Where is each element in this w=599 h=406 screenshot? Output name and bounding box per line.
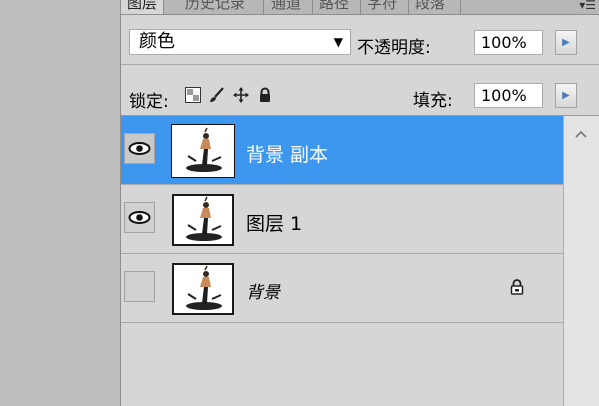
fill-slider-button[interactable]: ▶ xyxy=(555,83,577,108)
fill-input[interactable]: 100% xyxy=(474,83,543,108)
workspace-background xyxy=(0,0,120,406)
dancer-thumbnail-image xyxy=(174,196,232,244)
lock-fill-row: 锁定: 填充: 100% ▶ xyxy=(121,65,599,116)
scroll-up-arrow-icon[interactable] xyxy=(573,128,589,140)
lock-paint-icon[interactable] xyxy=(209,87,225,103)
chevron-down-icon: ▼ xyxy=(333,35,343,49)
layer-thumbnail xyxy=(172,194,234,246)
layer-thumbnail xyxy=(172,263,234,315)
visibility-toggle[interactable] xyxy=(124,202,155,233)
tab-history[interactable]: 历史记录 xyxy=(179,0,251,13)
layers-list: 背景 副本 图层 1 背景 xyxy=(121,116,563,406)
lock-transparent-icon[interactable] xyxy=(185,87,201,103)
eye-icon xyxy=(128,211,151,224)
layers-panel: 图层 历史记录 通道 路径 字符 段落 ▾☰ 颜色 ▼ 不透明度: 100% ▶… xyxy=(120,0,599,406)
panel-tabs: 图层 历史记录 通道 路径 字符 段落 ▾☰ xyxy=(121,0,599,15)
layer-name[interactable]: 图层 1 xyxy=(246,209,302,236)
fill-label: 填充: xyxy=(413,91,453,111)
tab-layers[interactable]: 图层 xyxy=(121,0,165,14)
lock-icon xyxy=(510,279,524,295)
dancer-thumbnail-image xyxy=(174,127,232,175)
tab-paragraph[interactable]: 段落 xyxy=(409,0,451,13)
layers-scrollbar[interactable] xyxy=(563,116,599,406)
dancer-thumbnail-image xyxy=(174,265,232,313)
layer-row[interactable]: 背景 副本 xyxy=(121,116,563,185)
tab-paths[interactable]: 路径 xyxy=(313,0,355,13)
layer-row[interactable]: 图层 1 xyxy=(121,185,563,254)
blend-mode-select[interactable]: 颜色 ▼ xyxy=(129,29,351,55)
layer-name[interactable]: 背景 副本 xyxy=(246,140,328,167)
tab-channels[interactable]: 通道 xyxy=(265,0,307,13)
visibility-toggle[interactable] xyxy=(124,133,155,164)
blend-opacity-row: 颜色 ▼ 不透明度: 100% ▶ xyxy=(121,15,599,65)
tab-character[interactable]: 字符 xyxy=(361,0,403,13)
opacity-input[interactable]: 100% xyxy=(474,30,543,55)
eye-icon xyxy=(128,142,151,155)
layer-name[interactable]: 背景 xyxy=(246,278,280,303)
panel-menu-icon[interactable]: ▾☰ xyxy=(579,0,596,12)
tab-separator xyxy=(263,0,264,14)
layer-row[interactable]: 背景 xyxy=(121,254,563,323)
lock-label: 锁定: xyxy=(129,92,169,112)
opacity-slider-button[interactable]: ▶ xyxy=(555,30,577,55)
lock-move-icon[interactable] xyxy=(233,87,249,103)
blend-mode-value: 颜色 xyxy=(139,31,175,52)
layer-thumbnail xyxy=(171,124,235,178)
lock-all-icon[interactable] xyxy=(257,87,273,103)
tab-separator xyxy=(460,0,461,14)
opacity-label: 不透明度: xyxy=(357,38,431,58)
visibility-toggle[interactable] xyxy=(124,271,155,302)
